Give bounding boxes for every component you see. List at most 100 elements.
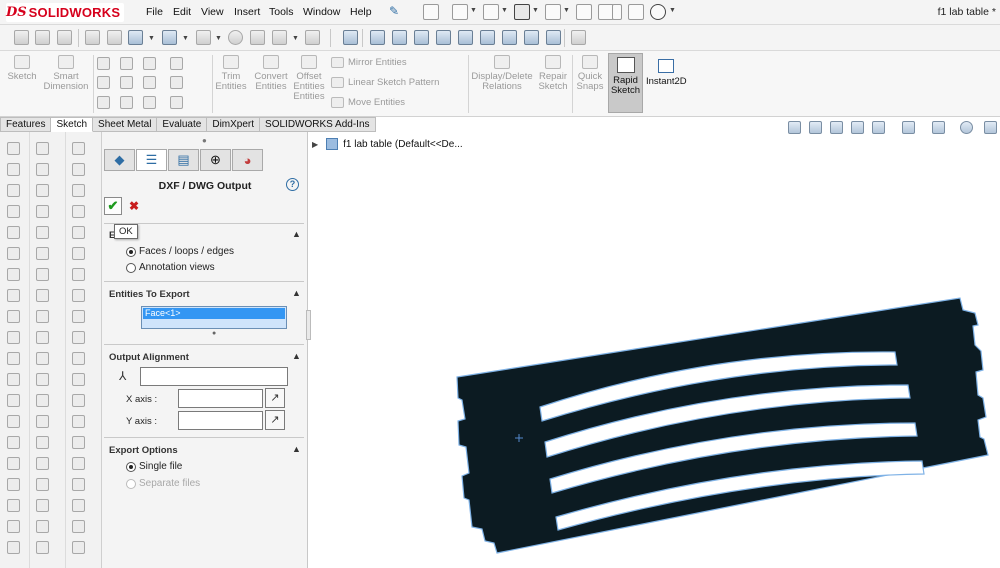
menu-help[interactable]: Help <box>350 6 372 18</box>
strip1-tool-icon[interactable] <box>7 331 20 344</box>
left-view-icon[interactable] <box>414 30 429 45</box>
tab-display-manager[interactable]: ◕ <box>232 149 263 171</box>
strip3-tool-icon[interactable] <box>72 415 85 428</box>
ellipse-icon[interactable] <box>120 96 133 109</box>
solidworks-logo[interactable]: DS SOLIDWORKS <box>6 3 124 22</box>
strip2-tool-icon[interactable] <box>36 205 49 218</box>
collapse-export-icon[interactable]: ▲ <box>292 229 301 239</box>
strip1-tool-icon[interactable] <box>7 289 20 302</box>
undo-dropdown-icon[interactable]: ▼ <box>563 7 570 14</box>
menu-insert[interactable]: Insert <box>234 6 260 18</box>
y-axis-direction-button[interactable]: ↗ <box>265 410 285 430</box>
strip3-tool-icon[interactable] <box>72 247 85 260</box>
strip2-tool-icon[interactable] <box>36 457 49 470</box>
open-dropdown-icon[interactable]: ▼ <box>470 7 477 14</box>
print-dropdown-icon[interactable]: ▼ <box>532 7 539 14</box>
tab-features[interactable]: Features <box>0 117 52 132</box>
strip3-tool-icon[interactable] <box>72 541 85 554</box>
strip3-tool-icon[interactable] <box>72 163 85 176</box>
help-icon[interactable]: ? <box>286 178 299 191</box>
strip1-tool-icon[interactable] <box>7 142 20 155</box>
view-orientation-icon[interactable] <box>128 30 143 45</box>
select-icon[interactable] <box>576 4 592 20</box>
strip1-tool-icon[interactable] <box>7 226 20 239</box>
text-icon[interactable] <box>143 96 156 109</box>
strip3-tool-icon[interactable] <box>72 310 85 323</box>
output-alignment-heading[interactable]: Output Alignment <box>109 352 189 363</box>
rectangle-icon[interactable] <box>97 76 110 89</box>
dynamic-annotation-icon[interactable] <box>107 30 122 45</box>
hud-dynamic-annotation-icon[interactable] <box>872 121 885 134</box>
strip3-tool-icon[interactable] <box>72 373 85 386</box>
hud-section-view-icon[interactable] <box>851 121 864 134</box>
strip2-tool-icon[interactable] <box>36 499 49 512</box>
zoom-to-area-icon[interactable] <box>35 30 50 45</box>
graphics-area[interactable] <box>312 155 1000 568</box>
collapse-alignment-icon[interactable]: ▲ <box>292 351 301 361</box>
strip1-tool-icon[interactable] <box>7 184 20 197</box>
sketch-command[interactable]: Sketch <box>4 55 40 82</box>
hide-show-dropdown-icon[interactable]: ▼ <box>215 35 222 42</box>
linear-sketch-pattern-command[interactable]: Linear Sketch Pattern <box>331 77 439 88</box>
strip3-tool-icon[interactable] <box>72 289 85 302</box>
bottom-view-icon[interactable] <box>480 30 495 45</box>
tab-sketch[interactable]: Sketch <box>51 117 94 132</box>
origin-selection-field[interactable] <box>140 367 288 386</box>
entities-to-export-heading[interactable]: Entities To Export <box>109 289 190 300</box>
section-view-icon[interactable] <box>85 30 100 45</box>
tab-feature-manager[interactable]: ◆ <box>104 149 135 171</box>
options-dropdown-icon[interactable]: ▼ <box>669 7 676 14</box>
strip2-tool-icon[interactable] <box>36 373 49 386</box>
strip3-tool-icon[interactable] <box>72 205 85 218</box>
strip3-tool-icon[interactable] <box>72 226 85 239</box>
hide-show-items-icon[interactable] <box>196 30 211 45</box>
view-orientation-dropdown-icon[interactable]: ▼ <box>148 35 155 42</box>
strip3-tool-icon[interactable] <box>72 184 85 197</box>
file-properties-icon[interactable] <box>628 4 644 20</box>
x-axis-direction-button[interactable]: ↗ <box>265 388 285 408</box>
strip3-tool-icon[interactable] <box>72 436 85 449</box>
strip1-tool-icon[interactable] <box>7 415 20 428</box>
strip2-tool-icon[interactable] <box>36 268 49 281</box>
menu-edit[interactable]: Edit <box>173 6 191 18</box>
tab-dimxpert[interactable]: DimXpert <box>207 117 261 132</box>
polygon-icon[interactable] <box>143 76 156 89</box>
list-resize-handle-icon[interactable]: ● <box>212 330 216 337</box>
strip2-tool-icon[interactable] <box>36 142 49 155</box>
strip1-tool-icon[interactable] <box>7 436 20 449</box>
normal-to-icon[interactable] <box>343 30 358 45</box>
zoom-to-fit-icon[interactable] <box>14 30 29 45</box>
strip1-tool-icon[interactable] <box>7 520 20 533</box>
sketch-fillet-icon[interactable] <box>170 57 183 70</box>
entities-to-export-list[interactable]: Face<1> <box>141 306 287 329</box>
export-options-heading[interactable]: Export Options <box>109 445 178 456</box>
strip2-tool-icon[interactable] <box>36 415 49 428</box>
separate-files-radio[interactable]: Separate files <box>126 478 200 489</box>
cancel-button[interactable]: ✖ <box>129 199 139 213</box>
ok-button[interactable]: ✔ <box>104 197 122 215</box>
collapse-export-options-icon[interactable]: ▲ <box>292 444 301 454</box>
panel-grip-icon[interactable]: ● <box>202 136 207 145</box>
x-axis-field[interactable] <box>178 389 263 408</box>
3d-view-icon[interactable] <box>305 30 320 45</box>
plane-icon[interactable] <box>170 76 183 89</box>
open-document-icon[interactable] <box>452 4 468 20</box>
spline-icon[interactable] <box>143 57 156 70</box>
strip1-tool-icon[interactable] <box>7 205 20 218</box>
strip2-tool-icon[interactable] <box>36 352 49 365</box>
strip1-tool-icon[interactable] <box>7 163 20 176</box>
arc-icon[interactable] <box>97 96 110 109</box>
tab-sheet-metal[interactable]: Sheet Metal <box>93 117 158 132</box>
isometric-view-icon[interactable] <box>502 30 517 45</box>
strip1-tool-icon[interactable] <box>7 478 20 491</box>
smart-dimension-command[interactable]: Smart Dimension <box>42 55 90 92</box>
rapid-sketch-button[interactable]: Rapid Sketch <box>608 53 643 113</box>
tab-solidworks-add-ins[interactable]: SOLIDWORKS Add-Ins <box>260 117 376 132</box>
trimetric-view-icon[interactable] <box>524 30 539 45</box>
strip3-tool-icon[interactable] <box>72 520 85 533</box>
measure-icon[interactable] <box>571 30 586 45</box>
hud-view-orientation-icon[interactable] <box>902 121 915 134</box>
menu-view[interactable]: View <box>201 6 224 18</box>
collapse-entities-icon[interactable]: ▲ <box>292 288 301 298</box>
strip1-tool-icon[interactable] <box>7 541 20 554</box>
